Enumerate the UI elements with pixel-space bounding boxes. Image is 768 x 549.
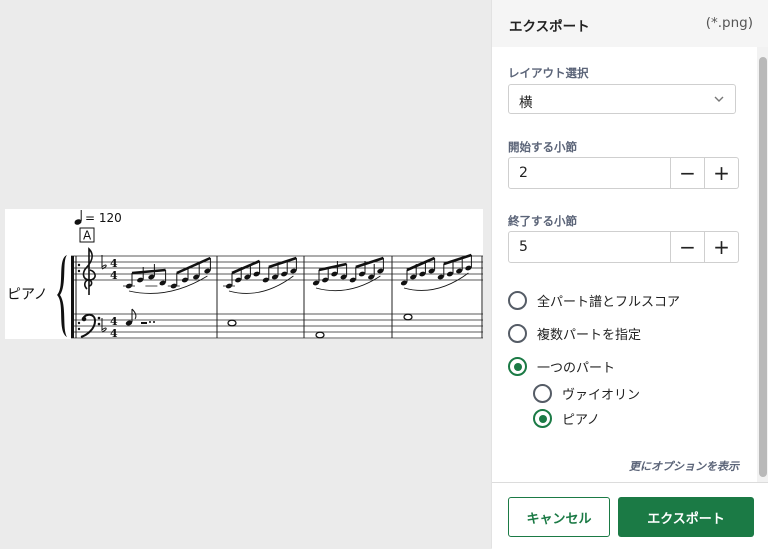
file-extension: (*.png) <box>705 15 753 31</box>
radio-circle <box>533 384 552 403</box>
end-measure-increment-button[interactable]: + <box>705 231 739 263</box>
radio-all-parts[interactable]: 全パート譜とフルスコア <box>508 291 680 310</box>
tempo-marking: = 120 <box>85 211 122 225</box>
radio-multiple-parts[interactable]: 複数パートを指定 <box>508 324 641 343</box>
start-measure-input[interactable]: 2 <box>508 157 671 189</box>
end-measure-input[interactable]: 5 <box>508 231 671 263</box>
cancel-button[interactable]: キャンセル <box>508 497 610 537</box>
radio-single-part[interactable]: 一つのパート <box>508 357 615 376</box>
end-measure-decrement-button[interactable]: − <box>671 231 705 263</box>
brace <box>57 255 67 337</box>
start-measure-stepper: 2 − + <box>508 157 739 189</box>
export-panel: エクスポート (*.png) レイアウト選択 横 開始する小節 2 − + 終了… <box>491 0 768 549</box>
radio-circle <box>508 291 527 310</box>
bass-staff <box>71 313 483 339</box>
radio-circle <box>508 324 527 343</box>
score-preview: = 120 A ピアノ 4 4 4 4 <box>5 209 483 339</box>
start-measure-decrement-button[interactable]: − <box>671 157 705 189</box>
end-measure-label: 終了する小節 <box>508 214 577 228</box>
layout-select[interactable]: 横 <box>508 84 736 114</box>
radio-circle <box>533 409 552 428</box>
end-measure-stepper: 5 − + <box>508 231 739 263</box>
radio-part-piano[interactable]: ピアノ <box>533 409 600 428</box>
radio-part-violin[interactable]: ヴァイオリン <box>533 384 640 403</box>
panel-header: エクスポート (*.png) <box>492 0 768 47</box>
score-svg: = 120 A ピアノ 44 44 <box>7 210 483 339</box>
start-measure-label: 開始する小節 <box>508 140 577 154</box>
radio-circle <box>508 357 527 376</box>
layout-label: レイアウト選択 <box>508 66 589 80</box>
start-measure-increment-button[interactable]: + <box>705 157 739 189</box>
more-options-link[interactable]: 更にオプションを表示 <box>629 458 739 474</box>
export-button[interactable]: エクスポート <box>618 497 754 537</box>
panel-title: エクスポート <box>509 19 590 35</box>
svg-text:4: 4 <box>110 269 118 282</box>
scrollbar-thumb[interactable] <box>759 57 767 477</box>
instrument-name: ピアノ <box>7 287 48 303</box>
chevron-down-icon <box>714 96 724 102</box>
panel-footer: キャンセル エクスポート <box>492 482 768 549</box>
svg-text:4: 4 <box>110 327 118 339</box>
layout-select-value: 横 <box>519 95 533 111</box>
panel-body: レイアウト選択 横 開始する小節 2 − + 終了する小節 5 − + 全パート… <box>492 47 768 482</box>
rehearsal-mark: A <box>83 229 92 243</box>
score-preview-area: = 120 A ピアノ 4 4 4 4 <box>0 0 491 548</box>
